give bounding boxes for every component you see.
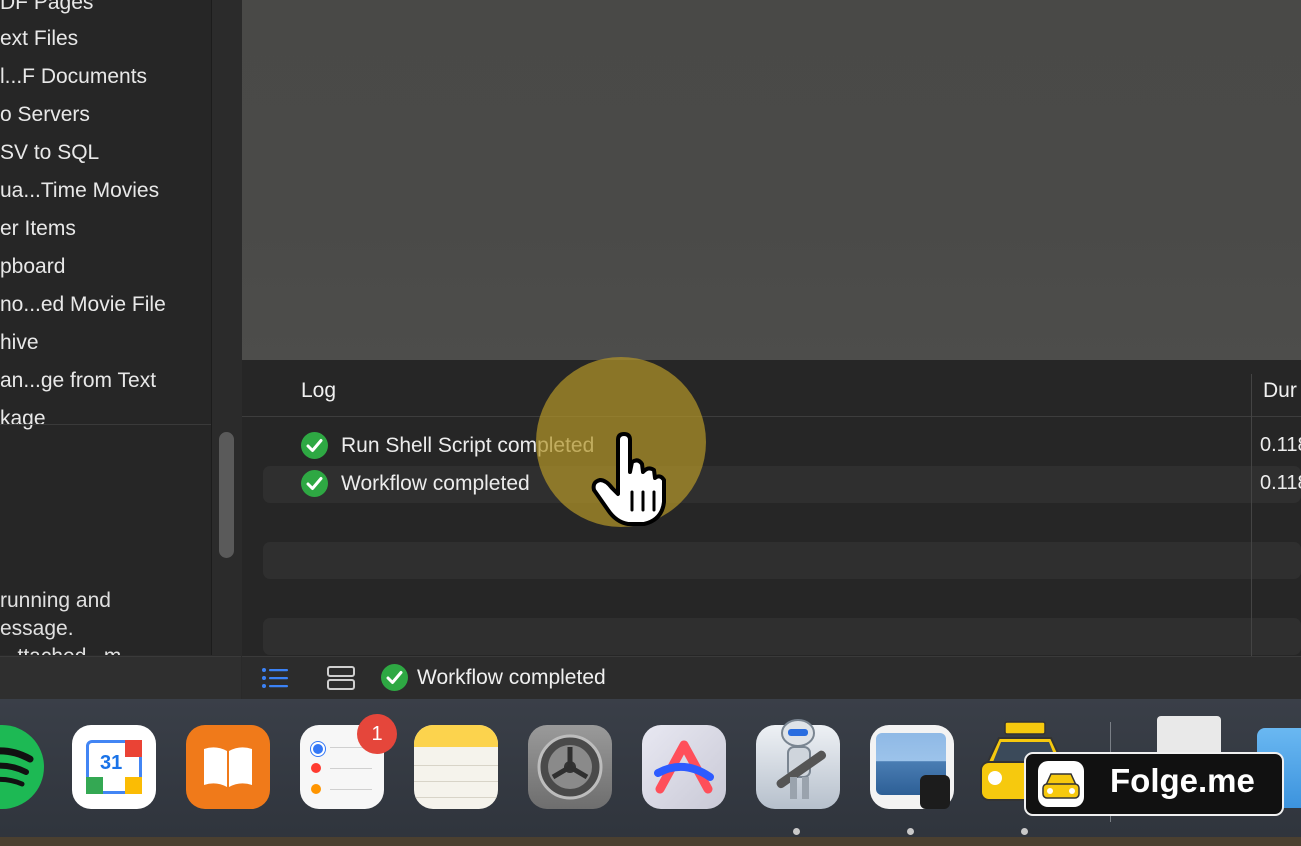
sidebar-item[interactable]: no...ed Movie File xyxy=(0,293,166,317)
system-settings-icon[interactable] xyxy=(528,725,612,809)
sidebar-item[interactable]: SV to SQL xyxy=(0,141,99,165)
running-indicator xyxy=(907,828,914,835)
running-indicator xyxy=(793,828,800,835)
sidebar-item[interactable]: o Servers xyxy=(0,103,90,127)
hand-cursor-icon xyxy=(588,432,670,528)
notification-badge: 1 xyxy=(357,714,397,754)
checkmark-icon xyxy=(301,432,328,459)
log-column-header[interactable]: Log xyxy=(301,379,336,403)
calendar-date: 31 xyxy=(100,752,123,774)
workflow-canvas[interactable] xyxy=(242,0,1301,360)
sidebar-item[interactable]: kage xyxy=(0,407,46,431)
sidebar-item[interactable]: hive xyxy=(0,331,39,355)
desktop-strip xyxy=(0,837,1301,846)
running-indicator xyxy=(1021,828,1028,835)
status-text: Workflow completed xyxy=(417,666,606,689)
log-row-duration: 0.118 xyxy=(1260,434,1301,456)
sidebar-item[interactable]: er Items xyxy=(0,217,76,241)
status-bar: Workflow completed xyxy=(242,656,1301,699)
column-divider[interactable] xyxy=(1251,374,1252,656)
actions-library-sidebar: DF Pages ext Files l...F Documents o Ser… xyxy=(0,0,211,655)
automator-icon[interactable] xyxy=(756,719,840,809)
folge-logo-icon xyxy=(1038,761,1084,807)
sidebar-item[interactable]: an...ge from Text xyxy=(0,369,156,393)
log-row-stripe xyxy=(263,542,1301,579)
split-view-icon[interactable] xyxy=(326,665,356,691)
action-description-text: running and xyxy=(0,589,111,612)
log-row-duration: 0.118 xyxy=(1260,472,1301,494)
log-row-text: Workflow completed xyxy=(341,472,530,495)
sidebar-item[interactable]: ext Files xyxy=(0,27,78,51)
action-description-text: ...ttached...m xyxy=(0,645,121,655)
log-pane: Log Dur Run Shell Script completed 0.118… xyxy=(242,360,1301,656)
sidebar-item[interactable]: ua...Time Movies xyxy=(0,179,159,203)
google-calendar-icon[interactable]: 31 xyxy=(72,725,156,809)
folge-watermark: Folge.me xyxy=(1024,752,1284,816)
duration-column-header[interactable]: Dur xyxy=(1263,379,1297,403)
sidebar-item[interactable]: DF Pages xyxy=(0,0,93,15)
notes-icon[interactable] xyxy=(414,725,498,809)
books-icon[interactable] xyxy=(186,725,270,809)
arc-browser-icon[interactable] xyxy=(642,725,726,809)
sidebar-divider xyxy=(0,424,211,425)
action-description-text: essage. xyxy=(0,617,74,640)
log-row-stripe xyxy=(263,618,1301,655)
list-view-icon[interactable] xyxy=(260,665,290,691)
checkmark-icon xyxy=(381,664,408,691)
statusbar-left-area xyxy=(0,656,241,699)
sidebar-item[interactable]: pboard xyxy=(0,255,65,279)
log-header: Log Dur xyxy=(242,360,1301,417)
sidebar-scrollbar[interactable] xyxy=(219,432,234,558)
preview-icon[interactable] xyxy=(870,725,954,809)
sidebar-item[interactable]: l...F Documents xyxy=(0,65,147,89)
checkmark-icon xyxy=(301,470,328,497)
watermark-text: Folge.me xyxy=(1110,762,1255,799)
